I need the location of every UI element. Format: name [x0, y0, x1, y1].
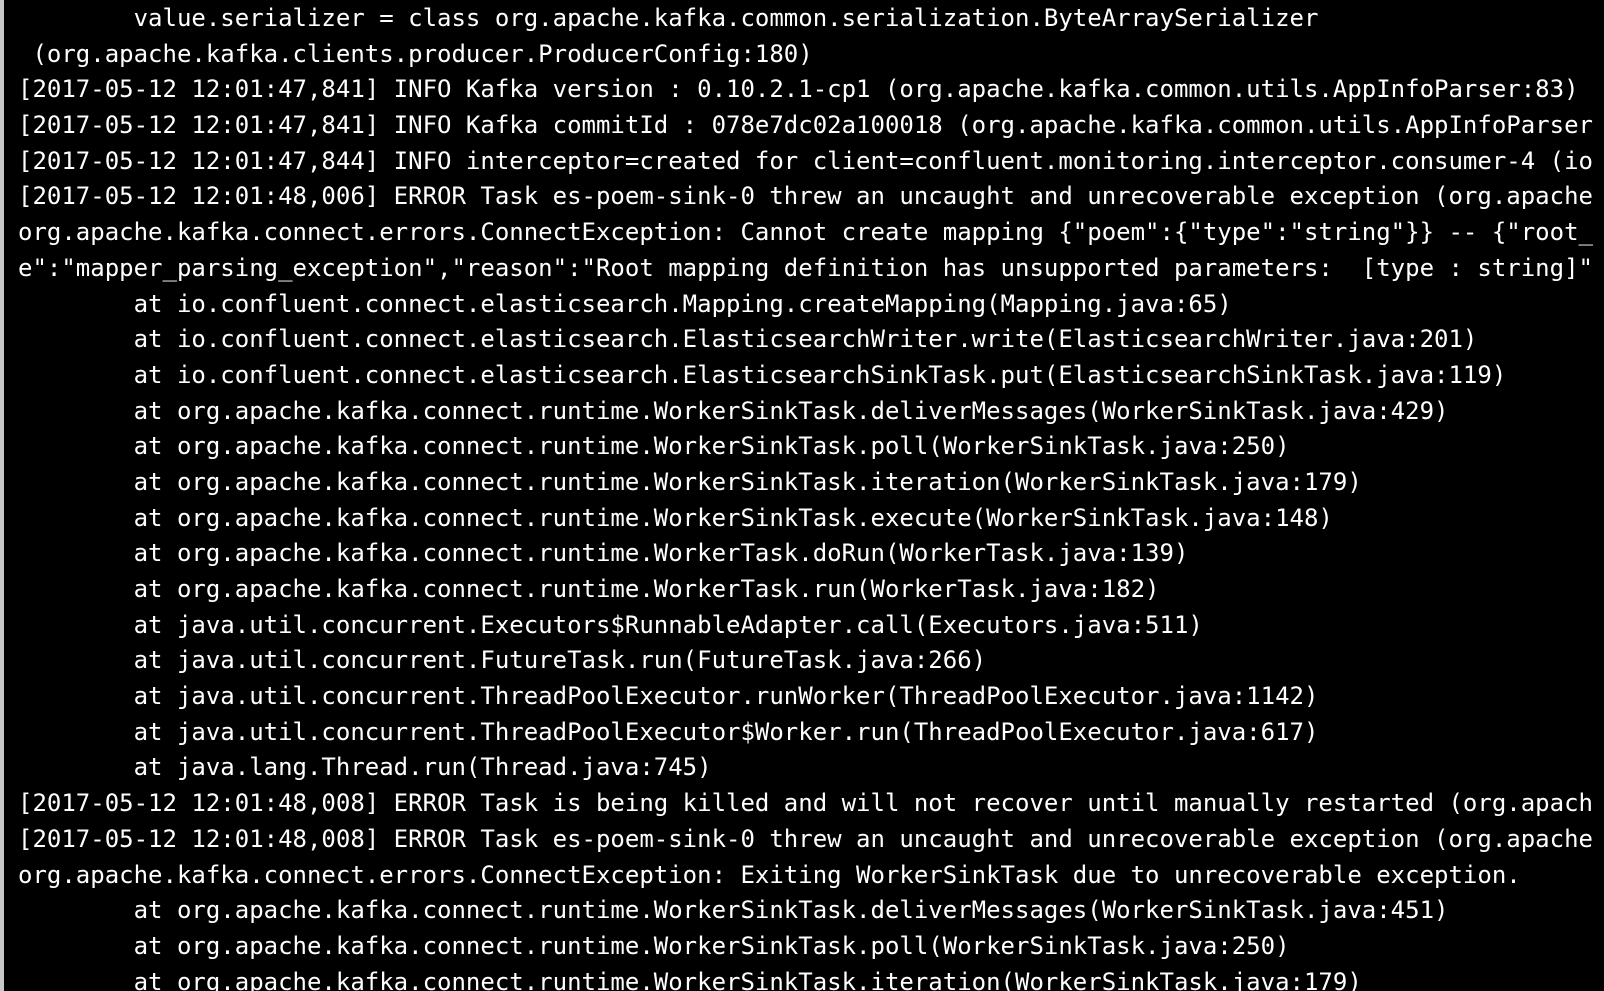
stack-trace-line: at java.util.concurrent.ThreadPoolExecut…	[18, 717, 1319, 746]
terminal-output[interactable]: value.serializer = class org.apache.kafk…	[18, 1, 1604, 991]
log-line: [2017-05-12 12:01:47,841] INFO Kafka ver…	[18, 75, 1579, 104]
stack-trace-line: at org.apache.kafka.connect.runtime.Work…	[18, 931, 1290, 960]
log-line: e":"mapper_parsing_exception","reason":"…	[18, 253, 1593, 282]
log-line: [2017-05-12 12:01:48,008] ERROR Task is …	[18, 789, 1593, 818]
stack-trace-line: at java.util.concurrent.ThreadPoolExecut…	[18, 682, 1319, 711]
stack-trace-line: at org.apache.kafka.connect.runtime.Work…	[18, 467, 1362, 496]
log-line: org.apache.kafka.connect.errors.ConnectE…	[18, 218, 1593, 247]
log-line: [2017-05-12 12:01:47,844] INFO intercept…	[18, 146, 1593, 175]
stack-trace-line: at org.apache.kafka.connect.runtime.Work…	[18, 503, 1333, 532]
stack-trace-line: at org.apache.kafka.connect.runtime.Work…	[18, 396, 1449, 425]
log-line: value.serializer = class org.apache.kafk…	[18, 4, 1319, 32]
stack-trace-line: at io.confluent.connect.elasticsearch.El…	[18, 360, 1507, 389]
stack-trace-line: at org.apache.kafka.connect.runtime.Work…	[18, 575, 1160, 603]
stack-trace-line: at io.confluent.connect.elasticsearch.Ma…	[18, 289, 1232, 318]
stack-trace-line: at java.util.concurrent.FutureTask.run(F…	[18, 646, 987, 675]
stack-trace-line: at io.confluent.connect.elasticsearch.El…	[18, 325, 1478, 354]
log-line: [2017-05-12 12:01:48,006] ERROR Task es-…	[18, 182, 1593, 211]
terminal-window[interactable]: value.serializer = class org.apache.kafk…	[0, 0, 1604, 991]
stack-trace-line: at org.apache.kafka.connect.runtime.Work…	[18, 896, 1449, 925]
log-line: org.apache.kafka.connect.errors.ConnectE…	[18, 860, 1521, 889]
log-line: (org.apache.kafka.clients.producer.Produ…	[18, 39, 813, 68]
stack-trace-line: at org.apache.kafka.connect.runtime.Work…	[18, 432, 1290, 461]
log-line: [2017-05-12 12:01:47,841] INFO Kafka com…	[18, 111, 1593, 140]
stack-trace-line: at java.lang.Thread.run(Thread.java:745)	[18, 753, 712, 782]
stack-trace-line: at java.util.concurrent.Executors$Runnab…	[18, 610, 1203, 639]
log-line: [2017-05-12 12:01:48,008] ERROR Task es-…	[18, 824, 1593, 853]
stack-trace-line: at org.apache.kafka.connect.runtime.Work…	[18, 967, 1362, 991]
stack-trace-line: at org.apache.kafka.connect.runtime.Work…	[18, 539, 1189, 568]
